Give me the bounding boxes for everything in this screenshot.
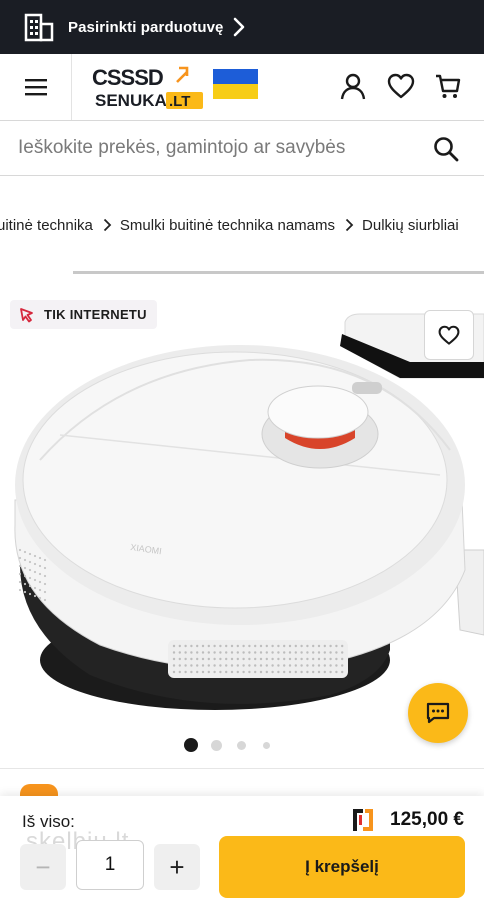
chevron-right-icon — [234, 17, 245, 37]
svg-text:CSSSD: CSSSD — [92, 65, 163, 90]
chevron-right-icon — [103, 218, 112, 232]
heart-icon[interactable] — [386, 71, 416, 101]
add-to-cart-label: Į krepšelį — [305, 857, 379, 876]
quantity-increase-button[interactable]: + — [154, 844, 200, 890]
chat-icon — [426, 702, 450, 724]
badge-label: TIK INTERNETU — [44, 307, 147, 322]
breadcrumb-item[interactable]: Dulkių siurbliai — [362, 217, 459, 234]
search-icon[interactable] — [432, 135, 460, 163]
section-divider — [0, 768, 484, 769]
senukai-logo[interactable]: CSSSD SENUKAI .LT — [90, 64, 210, 110]
gallery-dot[interactable] — [237, 741, 246, 750]
building-icon — [24, 13, 54, 42]
menu-icon — [24, 79, 47, 96]
cart-icon[interactable] — [433, 71, 463, 101]
add-to-wishlist-button[interactable] — [424, 310, 474, 360]
quantity-input[interactable] — [76, 840, 144, 890]
quantity-decrease-button[interactable]: − — [20, 844, 66, 890]
breadcrumb: uitinė technika Smulki buitinė technika … — [0, 212, 484, 238]
minus-icon: − — [35, 851, 51, 882]
gallery-dot-active[interactable] — [184, 738, 198, 752]
store-selector-bar[interactable]: Pasirinkti parduotuvę — [0, 0, 484, 54]
robot-vacuum-image[interactable]: XIAOMI — [0, 300, 484, 740]
site-header: CSSSD SENUKAI .LT — [0, 54, 484, 120]
search-input[interactable] — [18, 137, 418, 159]
search-bar — [0, 120, 484, 176]
breadcrumb-item[interactable]: uitinė technika — [0, 217, 93, 234]
add-to-cart-button[interactable]: Į krepšelį — [219, 836, 465, 898]
svg-text:SENUKAI: SENUKAI — [95, 91, 172, 110]
chat-button[interactable] — [408, 683, 468, 743]
menu-button[interactable] — [0, 54, 72, 120]
purchase-bar: Iš viso: skelbiu.lt 125,00 € − + Į krepš… — [0, 796, 484, 900]
gallery-pagination — [0, 738, 484, 752]
user-icon[interactable] — [338, 71, 368, 101]
gallery-dot[interactable] — [211, 740, 222, 751]
store-selector-label: Pasirinkti parduotuvę — [68, 18, 224, 36]
breadcrumb-scroll-track — [73, 271, 484, 274]
online-only-badge: TIK INTERNETU — [10, 300, 157, 329]
breadcrumb-item[interactable]: Smulki buitinė technika namams — [120, 217, 335, 234]
gallery-dot[interactable] — [263, 742, 270, 749]
cursor-click-icon — [20, 307, 33, 322]
heart-icon — [438, 325, 460, 345]
price-logo-icon — [353, 809, 373, 831]
ukraine-flag — [213, 69, 258, 99]
svg-text:.LT: .LT — [169, 93, 190, 110]
plus-icon: + — [169, 851, 185, 882]
total-price: 125,00 € — [390, 809, 464, 830]
chevron-right-icon — [345, 218, 354, 232]
